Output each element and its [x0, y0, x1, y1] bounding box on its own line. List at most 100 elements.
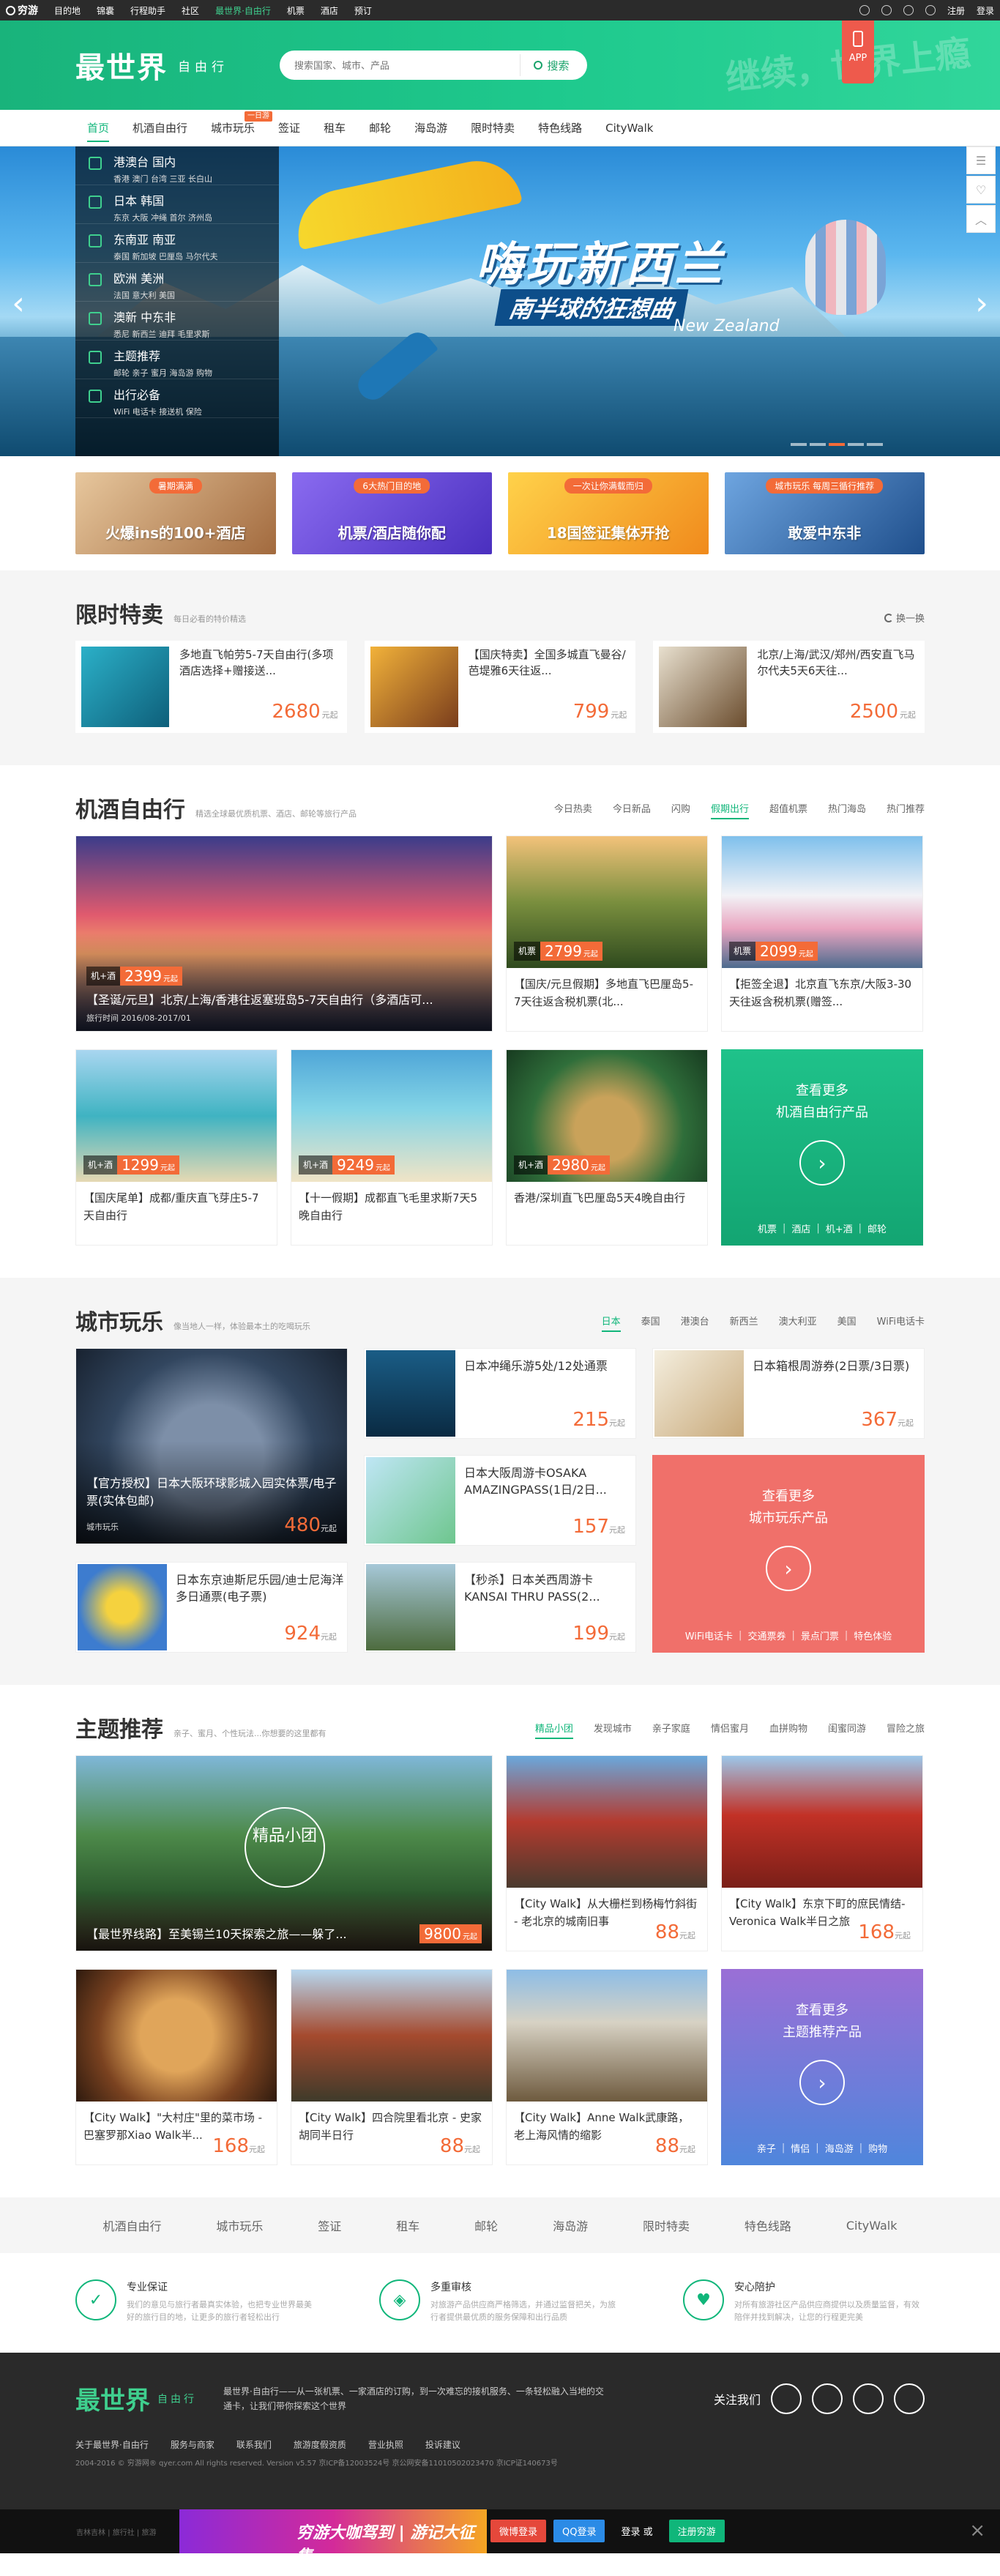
- more-link[interactable]: 购物: [868, 2141, 887, 2155]
- footer-link[interactable]: 联系我们: [236, 2438, 272, 2451]
- more-link[interactable]: 特色体验: [854, 1628, 892, 1642]
- nav-car-rental[interactable]: 租车: [312, 110, 357, 146]
- tab[interactable]: 冒险之旅: [887, 1721, 925, 1739]
- product-card[interactable]: 机+酒 9249 元起 【十一假期】成都直飞毛里求斯7天5晚自由行: [291, 1049, 493, 1246]
- bottom-nav-link[interactable]: 限时特卖: [643, 2216, 690, 2234]
- banner-dot-active[interactable]: [829, 443, 845, 446]
- footer-link[interactable]: 旅游度假资质: [294, 2438, 346, 2451]
- category-themes[interactable]: 主题推荐 邮轮 亲子 蜜月 海岛游 购物: [75, 340, 279, 379]
- nav-flight-hotel[interactable]: 机酒自由行: [121, 110, 199, 146]
- site-logo[interactable]: 最世界: [75, 44, 168, 86]
- search-button[interactable]: 搜索: [520, 54, 583, 76]
- mail-icon[interactable]: [894, 2383, 925, 2414]
- more-link[interactable]: 酒店: [791, 1221, 810, 1235]
- city-feature-card[interactable]: 【官方授权】日本大阪环球影城入园实体票/电子票(实体包邮) 城市玩乐 480元起: [75, 1348, 348, 1544]
- promo-card[interactable]: 城市玩乐 每周三循行推荐 敢爱中东非: [724, 472, 925, 554]
- nav-cruise[interactable]: 邮轮: [357, 110, 403, 146]
- tab[interactable]: 情侣蜜月: [711, 1721, 749, 1739]
- tab-active[interactable]: 精品小团: [534, 1721, 573, 1739]
- tab[interactable]: 闺蜜同游: [828, 1721, 866, 1739]
- deal-card[interactable]: 北京/上海/武汉/郑州/西安直飞马尔代夫5天6天往... 2500 元起: [653, 641, 925, 733]
- nav-special-routes[interactable]: 特色线路: [526, 110, 594, 146]
- more-link[interactable]: 交通票券: [747, 1628, 786, 1642]
- top-link-zuishijie[interactable]: 最世界·自由行: [215, 4, 271, 17]
- city-item[interactable]: 日本箱根周游券(2日票/3日票) 367元起: [652, 1348, 925, 1439]
- wechat-icon[interactable]: [812, 2383, 843, 2414]
- tab[interactable]: 澳大利亚: [779, 1314, 817, 1332]
- bell-icon[interactable]: [881, 5, 892, 15]
- city-item[interactable]: 日本大阪周游卡OSAKA AMAZINGPASS(1日/2日... 157元起: [364, 1455, 636, 1546]
- bottom-nav-link[interactable]: 特色线路: [745, 2216, 791, 2234]
- deal-card[interactable]: 多地直飞帕劳5-7天自由行(多项酒店选择+赠接送... 2680 元起: [75, 641, 347, 733]
- tab-active[interactable]: 假期出行: [710, 801, 749, 819]
- more-flight-hotel[interactable]: 查看更多 机酒自由行产品 › 机票 | 酒店 | 机+酒 | 邮轮: [721, 1049, 923, 1246]
- footer-logo[interactable]: 最世界: [75, 2380, 150, 2416]
- tab[interactable]: 今日热卖: [554, 801, 592, 819]
- category-oceania-mideast[interactable]: 澳新 中东非 悉尼 新西兰 迪拜 毛里求斯: [75, 302, 279, 340]
- tab[interactable]: WiFi电话卡: [877, 1314, 925, 1332]
- city-item[interactable]: 【秒杀】日本关西周游卡 KANSAI THRU PASS(2... 199元起: [364, 1562, 636, 1653]
- top-link-guide[interactable]: 锦囊: [97, 4, 114, 17]
- category-hk-mo-tw[interactable]: 港澳台 国内 香港 澳门 台湾 三亚 长白山: [75, 146, 279, 185]
- product-card[interactable]: 【City Walk】Anne Walk武康路，老上海风情的缩影 88元起: [506, 1969, 708, 2165]
- favorite-icon[interactable]: ♡: [966, 176, 996, 204]
- top-link-hotels[interactable]: 酒店: [321, 4, 338, 17]
- footer-link[interactable]: 投诉建议: [425, 2438, 460, 2451]
- tab[interactable]: 今日新品: [613, 801, 651, 819]
- footer-link[interactable]: 关于最世界·自由行: [75, 2438, 149, 2451]
- qq-login-button[interactable]: QQ登录: [553, 2520, 605, 2542]
- footer-link[interactable]: 服务与商家: [171, 2438, 214, 2451]
- hero-banner[interactable]: 嗨玩新西兰 南半球的狂想曲 New Zealand ‹ › 港澳台 国内 香港 澳…: [0, 146, 1000, 456]
- bottom-nav-link[interactable]: 城市玩乐: [216, 2216, 263, 2234]
- tab[interactable]: 泰国: [641, 1314, 660, 1332]
- product-card[interactable]: 【City Walk】从大栅栏到杨梅竹斜街 - 老北京的城南旧事 88元起: [506, 1755, 708, 1951]
- more-link[interactable]: 机票: [758, 1221, 777, 1235]
- tab[interactable]: 新西兰: [730, 1314, 758, 1332]
- top-link-flights[interactable]: 机票: [287, 4, 305, 17]
- nav-flash-sale[interactable]: 限时特卖: [459, 110, 526, 146]
- bottom-nav-link[interactable]: CityWalk: [846, 2219, 898, 2233]
- product-card[interactable]: 机+酒 2399 元起 【圣诞/元旦】北京/上海/香港往返塞班岛5-7天自由行（多酒…: [75, 835, 493, 1032]
- nav-city-fun[interactable]: 城市玩乐 一日游: [199, 110, 273, 146]
- product-card[interactable]: 机+酒 2980 元起 香港/深圳直飞巴厘岛5天4晚自由行: [506, 1049, 708, 1246]
- more-link[interactable]: 情侣: [791, 2141, 810, 2155]
- deal-card[interactable]: 【国庆特卖】全国多城直飞曼谷/芭堤雅6天往返... 799 元起: [364, 641, 636, 733]
- tab[interactable]: 发现城市: [594, 1721, 632, 1739]
- more-link[interactable]: 机+酒: [826, 1221, 853, 1235]
- tab[interactable]: 美国: [837, 1314, 857, 1332]
- more-link[interactable]: WiFi电话卡: [685, 1628, 733, 1642]
- product-card[interactable]: 【City Walk】东京下町的庶民情结- Veronica Walk半日之旅 …: [721, 1755, 923, 1951]
- city-item[interactable]: 日本东京迪斯尼乐园/迪士尼海洋多日通票(电子票) 924元起: [75, 1562, 348, 1653]
- bottom-nav-link[interactable]: 邮轮: [474, 2216, 498, 2234]
- mobile-icon[interactable]: [771, 2383, 802, 2414]
- login-link[interactable]: 登录: [977, 4, 994, 17]
- promo-card[interactable]: 一次让你满载而归 18国签证集体开抢: [508, 472, 709, 554]
- register-link[interactable]: 注册: [947, 4, 965, 17]
- product-card[interactable]: 【City Walk】四合院里看北京 - 史家胡同半日行 88元起: [291, 1969, 493, 2165]
- top-link-destination[interactable]: 目的地: [54, 4, 81, 17]
- more-link[interactable]: 邮轮: [867, 1221, 887, 1235]
- app-download-button[interactable]: APP: [842, 21, 874, 83]
- tab[interactable]: 超值机票: [769, 801, 807, 819]
- category-europe-america[interactable]: 欧洲 美洲 法国 意大利 美国: [75, 263, 279, 302]
- product-card[interactable]: 机+酒 1299 元起 【国庆尾单】成都/重庆直飞芽庄5-7天自由行: [75, 1049, 277, 1246]
- banner-prev-arrow[interactable]: ‹: [7, 286, 29, 322]
- promo-card[interactable]: 暑期满满 火爆ins的100+酒店: [75, 472, 276, 554]
- city-item[interactable]: 日本冲绳乐游5处/12处通票 215元起: [364, 1348, 636, 1439]
- bottom-ad[interactable]: 穷游大咖驾到 | 游记大征集: [179, 2509, 487, 2566]
- top-link-planner[interactable]: 行程助手: [130, 4, 165, 17]
- nav-island[interactable]: 海岛游: [403, 110, 459, 146]
- wechat-icon[interactable]: [925, 5, 936, 15]
- bottom-nav-link[interactable]: 海岛游: [553, 2216, 588, 2234]
- top-link-booking[interactable]: 预订: [354, 4, 372, 17]
- search-icon[interactable]: [859, 5, 870, 15]
- banner-dot[interactable]: [848, 443, 864, 446]
- tab[interactable]: 亲子家庭: [652, 1721, 690, 1739]
- promo-card[interactable]: 6大热门目的地 机票/酒店随你配: [291, 472, 492, 554]
- nav-visa[interactable]: 签证: [266, 110, 312, 146]
- product-card[interactable]: 机票 2799 元起 【国庆/元旦假期】多地直飞巴厘岛5-7天往返含税机票(北...: [506, 835, 708, 1032]
- more-theme[interactable]: 查看更多 主题推荐产品 › 亲子 | 情侣 | 海岛游 | 购物: [721, 1969, 923, 2165]
- weibo-icon[interactable]: [853, 2383, 884, 2414]
- category-se-asia[interactable]: 东南亚 南亚 泰国 新加坡 巴厘岛 马尔代夫: [75, 224, 279, 263]
- weibo-login-button[interactable]: 微博登录: [490, 2520, 547, 2542]
